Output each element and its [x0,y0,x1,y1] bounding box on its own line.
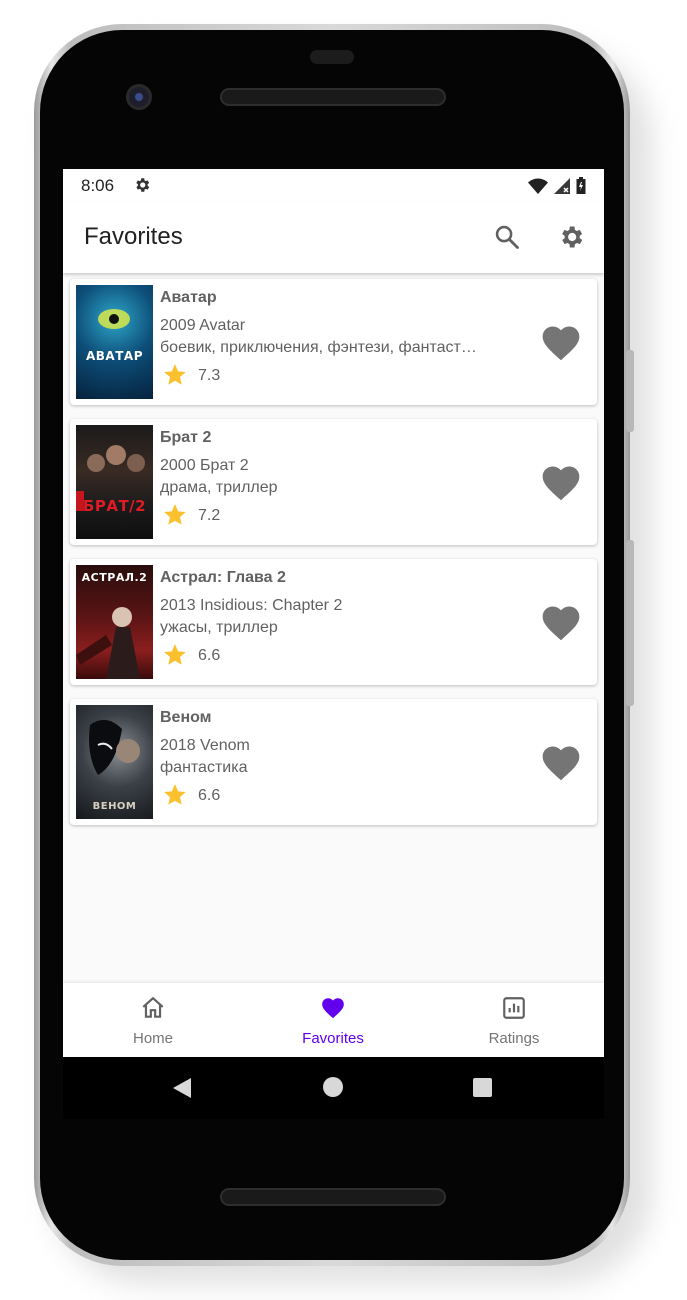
movie-title: Брат 2 [160,429,212,446]
movie-original-title: Брат 2 [200,457,249,474]
wifi-icon [528,178,548,194]
movie-genres: ужасы, триллер [160,619,278,636]
star-icon [164,644,186,665]
movie-genres: драма, триллер [160,479,278,496]
nav-item-favorites[interactable]: Favorites [243,983,423,1057]
poster-title: БРАТ/2 [82,497,147,515]
movie-card[interactable]: ВЕНОМ Веном 2018 Venom фантастика 6.6 [70,699,597,825]
poster-art [98,309,130,329]
search-icon[interactable] [493,223,521,251]
favorite-heart-icon[interactable] [539,321,583,365]
movie-year: 2013 [160,597,196,614]
home-button[interactable] [323,1077,343,1097]
favorite-heart-icon[interactable] [539,601,583,645]
movie-year-line: 2013 Insidious: Chapter 2 [160,597,342,615]
settings-icon [136,178,150,192]
status-time: 8:06 [81,176,115,195]
movie-poster: БРАТ/2 [76,425,153,539]
poster-title: АВАТАР [86,349,143,363]
favorite-heart-icon[interactable] [539,741,583,785]
movie-poster: ВЕНОМ [76,705,153,819]
settings-icon[interactable] [557,223,585,251]
top-speaker [220,88,446,106]
cell-signal-icon [554,177,570,194]
nav-label-ratings: Ratings [488,1030,540,1047]
movie-genres: боевик, приключения, фэнтези, фантастика [160,339,480,356]
movie-original-title: Insidious: Chapter 2 [200,597,343,614]
movie-year-line: 2018 Venom [160,737,250,755]
nav-item-ratings[interactable]: Ratings [424,983,604,1057]
movie-card[interactable]: БРАТ/2 Брат 2 2000 Брат 2 драма, триллер… [70,419,597,545]
movie-year-line: 2000 Брат 2 [160,457,249,475]
movie-poster: АСТРАЛ.2 [76,565,153,679]
page-title: Favorites [84,223,183,250]
movie-year: 2009 [160,317,196,334]
recent-apps-button[interactable] [473,1078,492,1097]
movie-rating: 6.6 [198,647,221,664]
movie-original-title: Venom [200,737,250,754]
movie-card[interactable]: АВАТАР Аватар 2009 Avatar боевик, приклю… [70,279,597,405]
movie-year-line: 2009 Avatar [160,317,245,335]
nav-label-home: Home [132,1030,173,1047]
front-camera [126,84,152,110]
movie-year: 2018 [160,737,196,754]
bottom-navigation: Home Favorites Ratings [63,983,604,1057]
battery-icon [576,177,586,194]
movie-poster: АВАТАР [76,285,153,399]
star-icon [164,784,186,805]
movie-year: 2000 [160,457,196,474]
movie-rating: 7.2 [198,507,221,524]
movie-title: Аватар [160,289,217,306]
power-button [626,350,634,432]
status-icons [528,177,586,194]
movie-card[interactable]: АСТРАЛ.2 Астрал: Глава 2 2013 Insidious:… [70,559,597,685]
app-bar: Favorites [63,201,604,273]
favorite-heart-icon[interactable] [539,461,583,505]
back-icon[interactable] [171,1077,193,1099]
home-icon [142,996,164,1018]
movie-title: Веном [160,709,212,726]
movie-original-title: Avatar [199,317,246,334]
bar-chart-icon [503,997,525,1019]
proximity-sensor [310,50,354,64]
nav-item-home[interactable]: Home [63,983,243,1057]
movie-title: Астрал: Глава 2 [160,569,286,586]
poster-title: ВЕНОМ [92,801,137,812]
nav-label-favorites: Favorites [302,1030,364,1047]
movie-rating: 7.3 [198,367,221,384]
movie-rating: 6.6 [198,787,221,804]
poster-art [76,445,145,511]
heart-icon [322,998,344,1019]
screen: 8:06 Favorites АВАТАР Аватар 2009 Avatar… [63,169,604,1057]
bottom-speaker [220,1188,446,1206]
system-navigation-bar [63,1057,604,1119]
poster-title: АСТРАЛ.2 [81,571,148,584]
star-icon [164,504,186,525]
status-bar: 8:06 [63,169,604,201]
movie-genres: фантастика [160,759,248,776]
star-icon [164,364,186,385]
volume-button [626,540,634,706]
